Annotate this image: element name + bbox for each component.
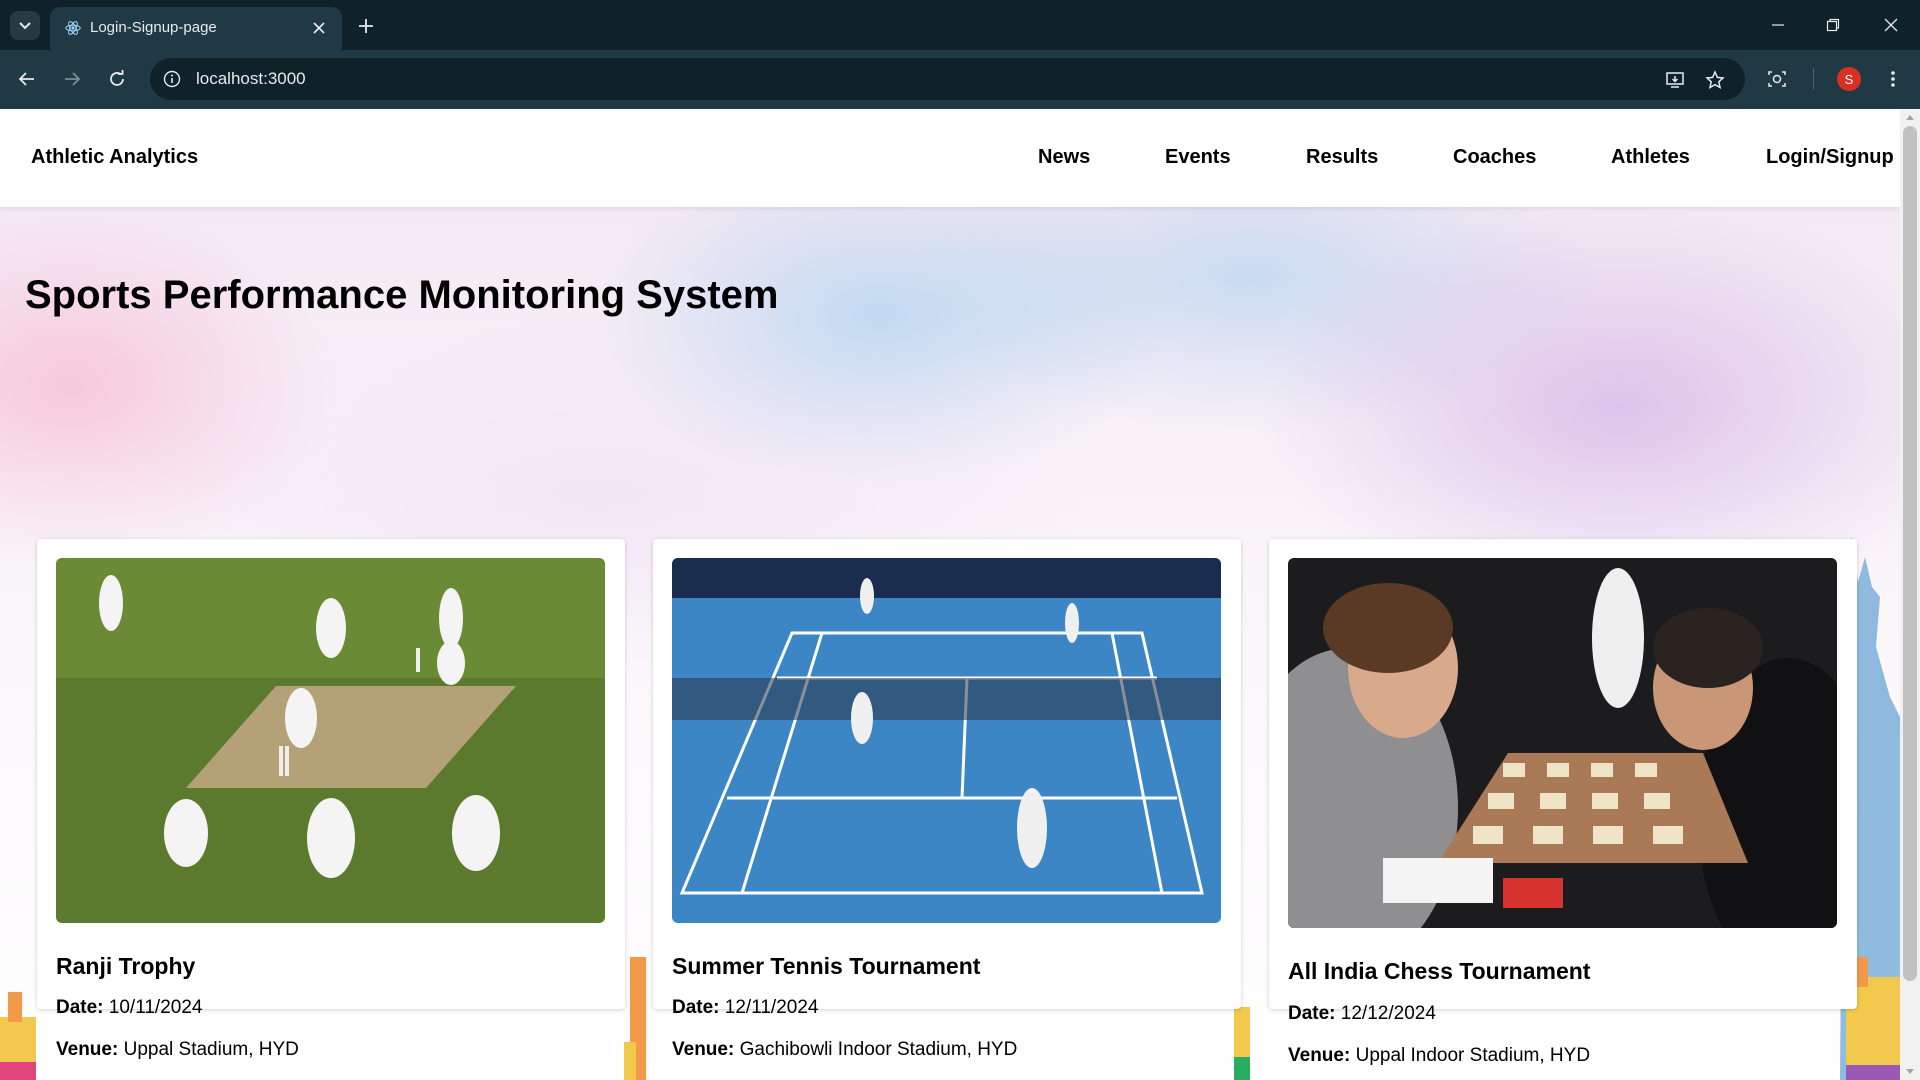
event-venue: Venue: Uppal Stadium, HYD [56,1039,299,1060]
tennis-match-photo [672,558,1221,923]
page-scrollbar[interactable] [1900,109,1920,1080]
event-title: Ranji Trophy [56,953,196,979]
restore-icon[interactable] [1820,12,1846,38]
page-title: Sports Performance Monitoring System [25,273,779,317]
event-date: Date: 12/11/2024 [672,997,819,1018]
event-card-tennis[interactable]: Summer Tennis Tournament Date: 12/11/202… [653,539,1241,1060]
page-viewport: Athletic Analytics News Events Results C… [0,109,1900,1080]
forward-icon[interactable] [57,64,87,94]
browser-tabstrip: Login-Signup-page [0,0,1920,50]
event-date: Date: 10/11/2024 [56,997,203,1018]
profile-avatar[interactable]: S [1837,67,1861,91]
address-bar[interactable]: localhost:3000 [150,58,1745,100]
chess-match-photo [1288,558,1837,928]
install-app-icon[interactable] [1662,67,1688,93]
browser-toolbar: localhost:3000 S [0,50,1920,109]
event-venue: Venue: Uppal Indoor Stadium, HYD [1288,1045,1591,1066]
nav-athletes[interactable]: Athletes [1611,146,1690,169]
event-card-chess[interactable]: All India Chess Tournament Date: 12/12/2… [1269,539,1857,1066]
event-venue: Venue: Gachibowli Indoor Stadium, HYD [672,1039,1018,1060]
tab-search-icon[interactable] [10,11,40,40]
minimize-icon[interactable] [1765,12,1791,38]
react-favicon-icon [65,21,81,35]
brand-logo-text[interactable]: Athletic Analytics [31,146,198,169]
back-icon[interactable] [12,64,42,94]
event-card-cricket[interactable]: Ranji Trophy Date: 10/11/2024 Venue: Upp… [37,539,625,1060]
nav-events[interactable]: Events [1165,146,1231,169]
scroll-down-arrow-icon[interactable] [1906,1069,1914,1074]
nav-login-signup[interactable]: Login/Signup [1766,146,1894,169]
tab-title: Login-Signup-page [90,19,217,36]
nav-news[interactable]: News [1038,146,1090,169]
reload-icon[interactable] [102,64,132,94]
close-window-icon[interactable] [1878,12,1904,38]
event-date: Date: 12/12/2024 [1288,1003,1436,1024]
nav-results[interactable]: Results [1306,146,1378,169]
info-icon[interactable] [161,68,183,90]
toolbar-divider [1813,68,1814,90]
event-title: Summer Tennis Tournament [672,953,981,979]
more-menu-icon[interactable] [1878,64,1908,94]
event-title: All India Chess Tournament [1288,958,1591,984]
scroll-thumb[interactable] [1903,126,1917,981]
cricket-match-photo [56,558,605,923]
nav-coaches[interactable]: Coaches [1453,146,1536,169]
url-text: localhost:3000 [196,69,306,88]
close-icon[interactable] [308,17,330,39]
plus-icon[interactable] [352,12,380,40]
star-icon[interactable] [1702,67,1728,93]
scroll-up-arrow-icon[interactable] [1906,115,1914,120]
browser-tab[interactable]: Login-Signup-page [50,7,342,50]
screenshot-icon[interactable] [1762,64,1792,94]
site-header: Athletic Analytics News Events Results C… [0,109,1900,207]
